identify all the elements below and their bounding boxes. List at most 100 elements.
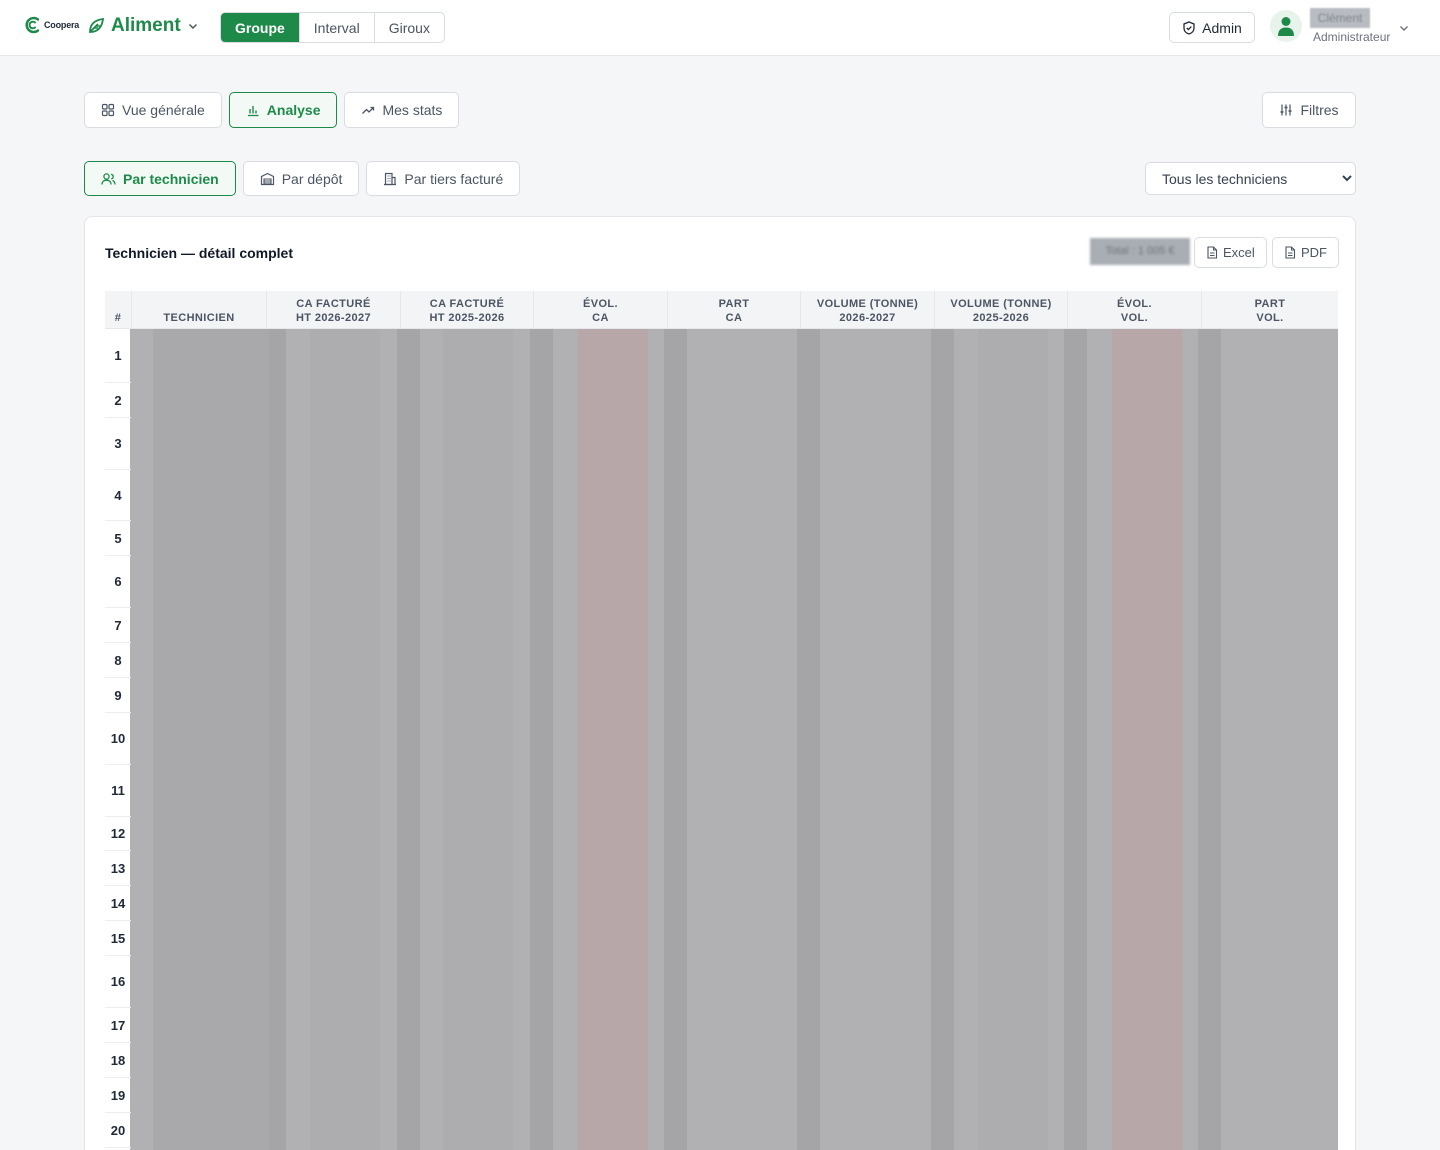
grid-icon xyxy=(101,103,115,117)
user-name: Clément xyxy=(1310,8,1370,28)
export-pdf-label: PDF xyxy=(1301,245,1327,260)
column-header-line1: VOLUME (TONNE) xyxy=(816,298,919,310)
tab-par-technicien-label: Par technicien xyxy=(123,170,219,187)
tab-mes-stats[interactable]: Mes stats xyxy=(344,92,460,128)
row-number: 18 xyxy=(105,1043,131,1078)
column-header[interactable]: CA FACTURÉ HT 2025-2026 xyxy=(401,291,534,329)
row-number: 3 xyxy=(105,418,131,470)
column-header[interactable]: PART VOL. xyxy=(1202,291,1338,329)
user-role: Administrateur xyxy=(1313,30,1391,44)
users-icon xyxy=(101,172,116,185)
column-header-line1: TECHNICIEN xyxy=(163,312,235,324)
view-tabs: Vue générale Analyse Mes stats xyxy=(84,92,460,128)
row-number: 20 xyxy=(105,1113,131,1148)
column-header-line1: CA FACTURÉ xyxy=(296,298,371,310)
column-header[interactable]: PART CA xyxy=(668,291,801,329)
column-header-line2: 2026-2027 xyxy=(839,312,896,324)
column-header[interactable]: CA FACTURÉ HT 2026-2027 xyxy=(267,291,401,329)
chevron-down-icon xyxy=(188,23,197,30)
redaction-stripe xyxy=(443,329,513,1150)
redaction-stripe xyxy=(1112,329,1182,1150)
bar-chart-icon xyxy=(247,106,259,117)
avatar xyxy=(1270,10,1302,42)
redaction-stripe xyxy=(931,329,954,1150)
tab-mes-stats-label: Mes stats xyxy=(382,102,443,118)
column-header[interactable]: ÉVOL. VOL. xyxy=(1068,291,1202,329)
redaction-stripe xyxy=(310,329,380,1150)
column-header-line1: CA FACTURÉ xyxy=(429,298,505,310)
column-header-line1: PART xyxy=(718,298,750,310)
technician-select[interactable]: Tous les techniciens xyxy=(1145,162,1356,195)
row-number: 13 xyxy=(105,851,131,886)
column-header-line2: VOL. xyxy=(1120,312,1149,324)
redaction-stripe xyxy=(978,329,1048,1150)
tab-vue-generale[interactable]: Vue générale xyxy=(84,92,222,128)
brand-logo[interactable]: Coopera xyxy=(25,16,79,34)
redaction-stripe xyxy=(797,329,820,1150)
trend-up-icon xyxy=(362,106,375,114)
tab-par-tiers-facture[interactable]: Par tiers facturé xyxy=(366,161,521,196)
user-menu[interactable]: Clément Administrateur xyxy=(1270,8,1390,44)
row-number: 4 xyxy=(105,470,131,521)
column-header-line1: VOLUME (TONNE) xyxy=(950,298,1052,310)
redaction-stripe xyxy=(1198,329,1221,1150)
filters-label: Filtres xyxy=(1300,102,1339,118)
column-header-line1: # xyxy=(114,312,122,324)
row-number: 12 xyxy=(105,817,131,851)
file-icon xyxy=(1285,246,1296,259)
technician-detail-card: Technicien — détail complet Total : 1 00… xyxy=(84,216,1356,1150)
column-header-line1: ÉVOL. xyxy=(1116,298,1152,310)
chevron-down-icon[interactable] xyxy=(1398,22,1410,34)
tab-groupe[interactable]: Groupe xyxy=(221,13,300,42)
row-number: 15 xyxy=(105,921,131,956)
column-header-line2: HT 2026-2027 xyxy=(295,312,372,324)
table-header: # TECHNICIEN CA FACTURÉ HT 2026-2027 CA F… xyxy=(105,291,1338,329)
filters-button[interactable]: Filtres xyxy=(1262,92,1356,128)
row-number: 16 xyxy=(105,956,131,1008)
redacted-table-data xyxy=(130,329,1338,1150)
column-header-line2: CA xyxy=(725,312,743,324)
leaf-icon xyxy=(89,17,105,33)
row-number: 2 xyxy=(105,383,131,418)
admin-button[interactable]: Admin xyxy=(1169,12,1255,43)
row-number: 5 xyxy=(105,521,131,556)
shield-icon xyxy=(1183,20,1195,35)
total-badge: Total : 1 005 € xyxy=(1090,238,1190,265)
column-header[interactable]: ÉVOL. CA xyxy=(534,291,668,329)
tab-par-technicien[interactable]: Par technicien xyxy=(84,161,236,196)
export-pdf-button[interactable]: PDF xyxy=(1272,237,1339,268)
tab-par-depot-label: Par dépôt xyxy=(281,170,343,187)
tab-par-tiers-facture-label: Par tiers facturé xyxy=(404,170,504,187)
column-header[interactable]: VOLUME (TONNE) 2025-2026 xyxy=(935,291,1068,329)
export-excel-button[interactable]: Excel xyxy=(1194,237,1267,268)
redaction-stripe xyxy=(153,329,269,1150)
tab-par-depot[interactable]: Par dépôt xyxy=(242,161,360,196)
column-header-line2: HT 2025-2026 xyxy=(429,312,505,324)
tab-giroux[interactable]: Giroux xyxy=(375,13,444,42)
coopera-logo-icon xyxy=(25,16,40,34)
column-header[interactable]: VOLUME (TONNE) 2026-2027 xyxy=(801,291,935,329)
column-header[interactable]: TECHNICIEN xyxy=(132,291,267,329)
admin-label: Admin xyxy=(1202,19,1242,36)
tab-interval[interactable]: Interval xyxy=(300,13,375,42)
tab-vue-generale-label: Vue générale xyxy=(122,102,205,118)
top-bar: Coopera Aliment Groupe Interval Giroux A… xyxy=(0,0,1440,56)
tab-analyse-label: Analyse xyxy=(266,102,321,118)
redaction-stripe xyxy=(1064,329,1087,1150)
row-number: 8 xyxy=(105,643,131,678)
column-header[interactable]: # xyxy=(105,291,132,329)
redaction-stripe xyxy=(530,329,553,1150)
app-name: Aliment xyxy=(111,15,181,36)
app-switcher[interactable]: Aliment xyxy=(87,15,199,37)
tab-analyse[interactable]: Analyse xyxy=(228,92,338,128)
row-number: 11 xyxy=(105,765,131,817)
redaction-stripe xyxy=(664,329,687,1150)
brand-logo-text: Coopera xyxy=(44,20,80,30)
row-number: 6 xyxy=(105,556,131,608)
user-icon xyxy=(1278,17,1294,36)
row-number: 17 xyxy=(105,1008,131,1043)
building-icon xyxy=(384,172,397,185)
file-icon xyxy=(1207,246,1218,259)
column-header-line1: ÉVOL. xyxy=(582,298,618,310)
warehouse-icon xyxy=(260,172,274,185)
